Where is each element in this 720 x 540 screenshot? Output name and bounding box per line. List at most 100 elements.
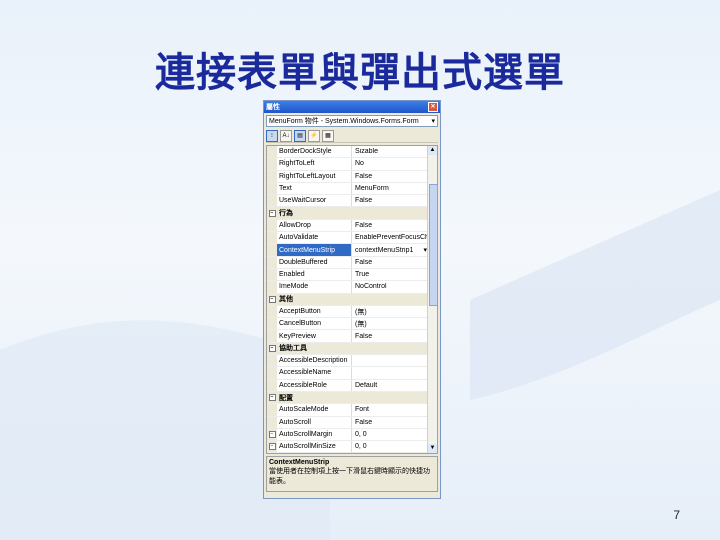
- close-icon[interactable]: ✕: [428, 102, 438, 112]
- property-name: ContextMenuStrip: [277, 244, 352, 256]
- row-gutter: [267, 170, 277, 182]
- row-gutter: [267, 182, 277, 195]
- property-value[interactable]: False: [352, 197, 437, 204]
- property-value[interactable]: 0, 0: [352, 443, 437, 450]
- vertical-scrollbar[interactable]: ▲ ▼: [427, 146, 437, 453]
- property-value[interactable]: MenuForm: [352, 185, 437, 192]
- row-gutter: [267, 195, 277, 207]
- category-row[interactable]: − 行為: [267, 207, 437, 220]
- property-row[interactable]: BorderDockStyle Sizable: [267, 146, 437, 159]
- property-row[interactable]: AutoScaleMode Font: [267, 404, 437, 417]
- property-row[interactable]: KeyPreview False: [267, 330, 437, 343]
- property-value[interactable]: False: [352, 222, 437, 229]
- category-row[interactable]: − 協助工具: [267, 342, 437, 356]
- property-name: CancelButton: [277, 318, 352, 330]
- property-pages-button[interactable]: ▦: [322, 129, 334, 142]
- property-value[interactable]: False: [352, 173, 437, 180]
- row-gutter: −: [267, 428, 277, 441]
- property-row[interactable]: ContextMenuStrip contextMenuStrip1 ▾: [267, 244, 437, 257]
- properties-window: 屬性 ✕ MenuForm 物件 - System.Windows.Forms.…: [263, 100, 441, 499]
- property-row[interactable]: UseWaitCursor False: [267, 195, 437, 208]
- row-gutter: [267, 281, 277, 293]
- alphabetical-view-button[interactable]: A↓: [280, 129, 292, 142]
- property-row[interactable]: − AutoScrollMargin 0, 0: [267, 428, 437, 442]
- property-name: RightToLeft: [277, 158, 352, 170]
- property-name: RightToLeftLayout: [277, 170, 352, 182]
- row-gutter: [267, 355, 277, 367]
- property-name: Text: [277, 182, 352, 195]
- property-row[interactable]: AccessibleRole Default: [267, 379, 437, 392]
- property-value[interactable]: False: [352, 419, 437, 426]
- window-title: 屬性: [266, 104, 280, 111]
- property-row[interactable]: AccessibleDescription: [267, 355, 437, 368]
- property-row[interactable]: DoubleBuffered False: [267, 256, 437, 269]
- property-row[interactable]: AccessibleName: [267, 367, 437, 380]
- chevron-down-icon: ▾: [431, 118, 435, 125]
- property-row[interactable]: RightToLeftLayout False: [267, 170, 437, 183]
- property-name: AccessibleRole: [277, 379, 352, 391]
- row-gutter: [267, 367, 277, 379]
- property-value[interactable]: Font: [352, 406, 437, 413]
- property-value[interactable]: False: [352, 333, 437, 340]
- row-gutter: [267, 404, 277, 416]
- row-gutter: [267, 232, 277, 244]
- expand-toggle-icon[interactable]: −: [268, 394, 276, 402]
- category-row[interactable]: − 其他: [267, 293, 437, 306]
- row-gutter: [267, 305, 277, 318]
- property-value[interactable]: NoControl: [352, 283, 437, 290]
- expand-toggle-icon[interactable]: −: [268, 430, 276, 438]
- category-name: 協助工具: [279, 345, 307, 353]
- property-value[interactable]: No: [352, 160, 437, 167]
- property-row[interactable]: CancelButton (無): [267, 318, 437, 331]
- expand-toggle-icon[interactable]: −: [268, 295, 276, 303]
- property-value[interactable]: Sizable: [352, 148, 437, 155]
- description-text: 當使用者在控制項上按一下滑鼠右鍵時顯示的快捷功能表。: [269, 468, 430, 485]
- property-row[interactable]: − AutoScrollMinSize 0, 0: [267, 441, 437, 453]
- properties-view-button[interactable]: ▤: [294, 129, 306, 142]
- expand-toggle-icon[interactable]: −: [268, 344, 276, 352]
- property-name: AutoScrollMargin: [277, 428, 352, 441]
- expand-toggle-icon[interactable]: −: [268, 209, 276, 217]
- property-row[interactable]: RightToLeft No: [267, 158, 437, 171]
- row-gutter: −: [267, 293, 277, 305]
- row-gutter: [267, 318, 277, 330]
- row-gutter: [267, 416, 277, 428]
- category-row[interactable]: − 配置: [267, 391, 437, 405]
- property-row[interactable]: AutoSizeFalse: [267, 453, 437, 454]
- row-gutter: [267, 379, 277, 391]
- category-name: 行為: [279, 210, 293, 218]
- object-selector-value: MenuForm 物件 - System.Windows.Forms.Form: [269, 118, 419, 125]
- page-number: 7: [673, 508, 680, 522]
- property-value[interactable]: EnablePreventFocusChang: [352, 234, 437, 241]
- scroll-thumb[interactable]: [429, 184, 437, 306]
- property-row[interactable]: Enabled True: [267, 268, 437, 282]
- object-selector[interactable]: MenuForm 物件 - System.Windows.Forms.Form …: [266, 115, 438, 127]
- description-title: ContextMenuStrip: [269, 459, 330, 466]
- row-gutter: [267, 453, 277, 454]
- category-name: 其他: [279, 296, 293, 304]
- row-gutter: −: [267, 342, 277, 355]
- categorized-view-button[interactable]: ⁝: [266, 129, 278, 142]
- expand-toggle-icon[interactable]: −: [268, 443, 276, 451]
- property-value[interactable]: contextMenuStrip1: [352, 247, 423, 254]
- property-rows: BorderDockStyle Sizable RightToLeft No Right…: [267, 146, 437, 454]
- slide-title: 連接表單與彈出式選單: [155, 49, 565, 96]
- events-view-button[interactable]: ⚡: [308, 129, 320, 142]
- property-value[interactable]: True: [352, 271, 437, 278]
- property-value[interactable]: (無): [352, 319, 437, 329]
- property-value[interactable]: 0, 0: [352, 431, 437, 438]
- property-row[interactable]: Text MenuForm: [267, 182, 437, 196]
- property-row[interactable]: AutoValidate EnablePreventFocusChang: [267, 232, 437, 245]
- property-value[interactable]: False: [352, 259, 437, 266]
- row-gutter: [267, 158, 277, 170]
- property-row[interactable]: AcceptButton (無): [267, 305, 437, 319]
- scroll-down-icon[interactable]: ▼: [428, 444, 437, 453]
- property-name: DoubleBuffered: [277, 256, 352, 268]
- property-value[interactable]: (無): [352, 307, 437, 317]
- property-row[interactable]: ImeMode NoControl: [267, 281, 437, 294]
- property-name: AutoValidate: [277, 232, 352, 244]
- property-value[interactable]: Default: [352, 382, 437, 389]
- scroll-up-icon[interactable]: ▲: [428, 146, 437, 155]
- property-row[interactable]: AllowDrop False: [267, 219, 437, 233]
- property-row[interactable]: AutoScroll False: [267, 416, 437, 429]
